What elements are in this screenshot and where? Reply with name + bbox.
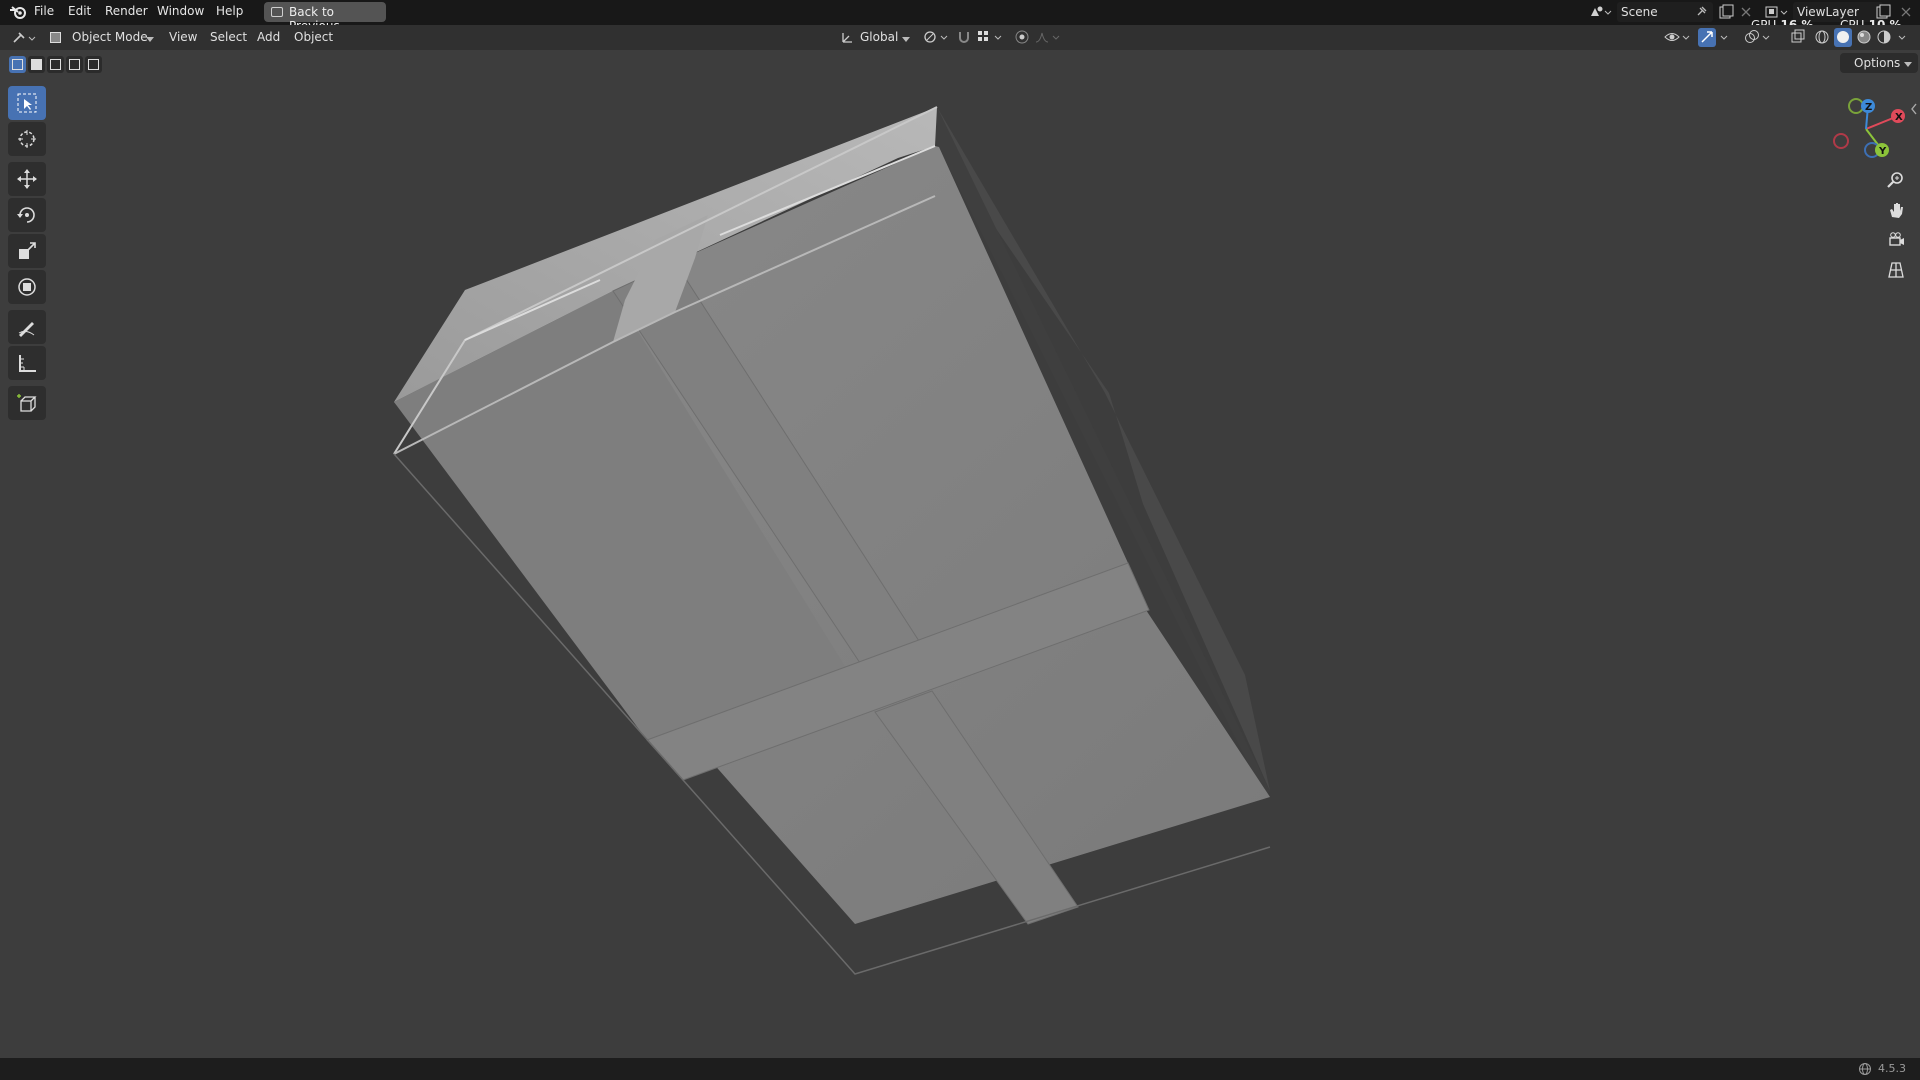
annotate-tool[interactable]	[8, 310, 46, 344]
scale-icon	[19, 242, 36, 259]
gizmo-toggle[interactable]	[1698, 28, 1716, 47]
menu-window[interactable]: Window	[157, 4, 204, 18]
proportional-edit-icon[interactable]	[1014, 29, 1030, 45]
add-cube-tool[interactable]	[8, 386, 46, 420]
wireframe-shading-icon[interactable]	[1814, 29, 1830, 45]
xray-icon[interactable]	[1790, 29, 1806, 45]
overlay-icon[interactable]	[1744, 29, 1774, 45]
gizmo-x-label: X	[1895, 112, 1903, 123]
back-to-previous-icon	[271, 7, 283, 17]
measure-tool[interactable]	[8, 346, 46, 380]
material-shading-icon[interactable]	[1856, 29, 1872, 45]
blender-logo[interactable]	[9, 4, 27, 21]
editor-type-icon[interactable]	[12, 30, 38, 46]
object-mode-dropdown[interactable]: Object Mode	[46, 28, 156, 48]
select-new-mode[interactable]	[9, 56, 26, 73]
sidebar-toggle-icon[interactable]	[1909, 102, 1919, 116]
transform-orientation-dropdown[interactable]: Global	[838, 28, 912, 48]
menu-edit[interactable]: Edit	[68, 4, 91, 18]
gizmo-icon	[1701, 31, 1713, 43]
navigation-gizmo[interactable]: X Y Z	[1826, 92, 1912, 166]
menu-select[interactable]: Select	[210, 30, 247, 44]
cursor-tool[interactable]	[8, 122, 46, 156]
view-layer-name: ViewLayer	[1797, 5, 1859, 19]
transform-orientation-icon	[842, 33, 852, 43]
falloff-icon[interactable]	[1034, 29, 1064, 45]
gift-box-object[interactable]	[0, 50, 1920, 1058]
zoom-button[interactable]	[1882, 166, 1910, 194]
version-label: 4.5.3	[1878, 1062, 1906, 1075]
close-icon[interactable]	[1740, 6, 1752, 18]
add-cube-icon	[17, 394, 37, 412]
scene-name: Scene	[1621, 5, 1658, 19]
menu-render[interactable]: Render	[105, 4, 148, 18]
scene-icon[interactable]	[1588, 4, 1614, 20]
select-box-icon	[17, 93, 37, 113]
rendered-shading-icon[interactable]	[1876, 29, 1892, 45]
chevron-down-icon	[902, 37, 910, 42]
object-mode-label: Object Mode	[72, 30, 148, 44]
pivot-icon[interactable]	[922, 29, 952, 45]
gizmo-dropdown-icon[interactable]	[1718, 29, 1732, 45]
snap-toggle-icon[interactable]	[956, 29, 972, 45]
pan-button[interactable]	[1882, 196, 1910, 224]
orientation-label: Global	[860, 30, 899, 44]
select-invert-mode[interactable]	[66, 56, 83, 73]
scale-tool[interactable]	[8, 234, 46, 268]
transform-tool[interactable]	[8, 270, 46, 304]
select-subtract-mode[interactable]	[47, 56, 64, 73]
options-label: Options	[1854, 56, 1901, 70]
snap-icon[interactable]	[976, 29, 1006, 45]
zoom-icon	[1887, 172, 1903, 188]
menu-help[interactable]: Help	[216, 4, 243, 18]
cursor-icon	[18, 130, 36, 148]
visibility-icon[interactable]	[1664, 29, 1694, 45]
gizmo-z-label: Z	[1865, 102, 1872, 113]
camera-icon	[1889, 232, 1904, 246]
menu-view[interactable]: View	[169, 30, 197, 44]
back-to-previous-button[interactable]: Back to Previous	[264, 2, 386, 33]
measure-icon	[19, 355, 36, 372]
new-scene-icon[interactable]	[1718, 4, 1734, 20]
select-extend-mode[interactable]	[28, 56, 45, 73]
shading-dropdown-icon[interactable]	[1896, 29, 1910, 45]
annotate-icon	[18, 322, 35, 337]
perspective-toggle-button[interactable]	[1882, 256, 1910, 284]
globe-icon[interactable]	[1858, 1062, 1872, 1076]
close-view-layer-icon[interactable]	[1900, 6, 1912, 18]
select-box-tool[interactable]	[8, 86, 46, 120]
top-menu-bar: File Edit Render Window Help Back to Pre…	[0, 0, 1920, 33]
status-bar: 4.5.3	[0, 1058, 1920, 1080]
chevron-down-icon	[1904, 62, 1912, 67]
menu-file[interactable]: File	[34, 4, 54, 18]
rotate-tool[interactable]	[8, 198, 46, 232]
options-dropdown[interactable]: Options	[1840, 53, 1918, 73]
object-mode-icon	[50, 32, 61, 43]
solid-shading-button[interactable]	[1834, 28, 1852, 47]
menu-add[interactable]: Add	[257, 30, 280, 44]
viewport-header: Object Mode View Select Add Object Globa…	[0, 25, 1920, 50]
transform-icon	[18, 278, 36, 296]
gizmo-y-label: Y	[1878, 146, 1887, 157]
menu-object[interactable]: Object	[294, 30, 333, 44]
move-icon	[17, 169, 37, 189]
solid-shading-icon	[1837, 31, 1849, 43]
3d-viewport[interactable]: Options X Y Z	[0, 50, 1920, 1058]
perspective-grid-icon	[1888, 262, 1904, 278]
pin-icon[interactable]	[1694, 5, 1708, 19]
camera-view-button[interactable]	[1882, 226, 1910, 254]
pan-hand-icon	[1890, 203, 1903, 218]
chevron-down-icon	[146, 37, 154, 42]
move-tool[interactable]	[8, 162, 46, 196]
gizmo-neg-y-icon[interactable]	[1848, 98, 1864, 114]
rotate-icon	[17, 207, 35, 223]
select-intersect-mode[interactable]	[85, 56, 102, 73]
gizmo-neg-x-icon[interactable]	[1833, 133, 1849, 149]
